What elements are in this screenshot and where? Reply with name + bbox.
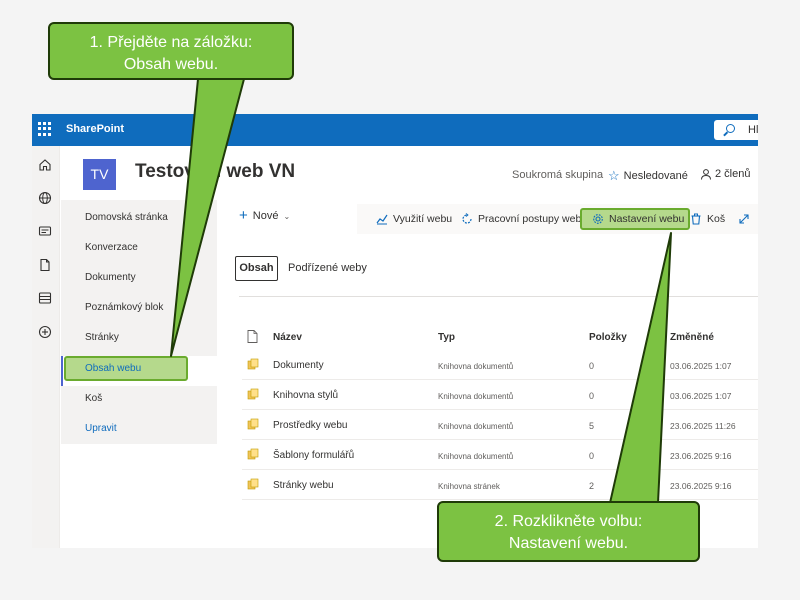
- callout-step1-line1: 1. Přejděte na záložku:: [89, 34, 253, 51]
- recycle-bin-label: Koš: [707, 213, 726, 225]
- chart-icon: [376, 214, 388, 225]
- row-type: Knihovna dokumentů: [438, 452, 514, 461]
- callout-step2: 2. Rozklikněte volbu: Nastavení webu.: [437, 501, 700, 562]
- members-button[interactable]: 2 členů: [700, 168, 750, 180]
- library-icon: [247, 478, 259, 490]
- callout-step2-line1: 2. Rozklikněte volbu:: [494, 513, 643, 530]
- site-settings-inner: Nastavení webu: [592, 213, 684, 225]
- app-launcher-icon[interactable]: [38, 122, 52, 136]
- row-type: Knihovna dokumentů: [438, 422, 514, 431]
- site-settings-label: Nastavení webu: [609, 213, 685, 225]
- plus-icon: +: [239, 207, 248, 224]
- row-type: Knihovna dokumentů: [438, 362, 514, 371]
- new-button[interactable]: + Nové ⌄: [239, 207, 291, 224]
- column-header-modified[interactable]: Změněné: [670, 332, 714, 343]
- news-icon[interactable]: [38, 224, 52, 238]
- tab-content[interactable]: Obsah: [235, 256, 278, 281]
- workflow-icon: [462, 213, 472, 224]
- search-box[interactable]: Hl: [714, 120, 758, 140]
- nav-item-edit[interactable]: Upravit: [85, 423, 117, 434]
- callout-step2-line2: Nastavení webu.: [508, 535, 629, 552]
- table-row[interactable]: Šablony formulářů Knihovna dokumentů 0 2…: [242, 440, 758, 470]
- library-icon: [247, 358, 259, 370]
- callout-step1-line2: Obsah webu.: [123, 56, 219, 73]
- members-label: 2 členů: [715, 168, 751, 180]
- column-header-name[interactable]: Název: [273, 332, 302, 343]
- library-icon: [247, 388, 259, 400]
- create-icon[interactable]: [38, 325, 52, 339]
- row-modified: 03.06.2025 1:07: [670, 361, 732, 371]
- row-name[interactable]: Stránky webu: [273, 480, 334, 491]
- follow-label: Nesledované: [623, 170, 688, 182]
- row-name[interactable]: Šablony formulářů: [273, 450, 354, 461]
- globe-icon[interactable]: [38, 191, 52, 205]
- new-label: Nové: [252, 210, 279, 222]
- nav-item-recycle-bin[interactable]: Koš: [85, 393, 102, 404]
- list-icon[interactable]: [38, 291, 52, 305]
- site-logo[interactable]: TV: [83, 159, 116, 190]
- privacy-label: Soukromá skupina: [512, 169, 604, 181]
- person-icon: [701, 169, 711, 180]
- row-name[interactable]: Knihovna stylů: [273, 390, 338, 401]
- site-settings-button[interactable]: Nastavení webu: [580, 208, 690, 230]
- left-navigation: Domovská stránka Konverzace Dokumenty Po…: [61, 200, 217, 444]
- star-icon: ☆: [608, 168, 620, 183]
- callout-step1: 1. Přejděte na záložku: Obsah webu.: [48, 22, 294, 80]
- file-type-icon: [247, 330, 258, 343]
- site-usage-button[interactable]: Využití webu: [376, 213, 452, 225]
- home-icon[interactable]: [38, 158, 52, 172]
- suite-bar: SharePoint Hl: [32, 114, 758, 146]
- nav-item-conversations[interactable]: Konverzace: [85, 242, 138, 253]
- chevron-down-icon: ⌄: [283, 211, 291, 221]
- column-header-items[interactable]: Položky: [589, 332, 627, 343]
- table-row[interactable]: Prostředky webu Knihovna dokumentů 5 23.…: [242, 410, 758, 440]
- row-modified: 23.06.2025 11:26: [670, 421, 736, 431]
- column-header-type[interactable]: Typ: [438, 332, 455, 343]
- gear-icon: [593, 214, 603, 224]
- row-items: 2: [589, 481, 595, 491]
- row-items: 0: [589, 391, 595, 401]
- row-modified: 23.06.2025 9:16: [670, 451, 732, 461]
- row-type: Knihovna dokumentů: [438, 392, 514, 401]
- site-title[interactable]: Testovací web VN: [135, 161, 295, 183]
- row-modified: 03.06.2025 1:07: [670, 391, 732, 401]
- row-items: 0: [589, 451, 595, 461]
- row-items: 0: [589, 361, 595, 371]
- tab-subsites[interactable]: Podřízené weby: [288, 262, 367, 274]
- site-workflows-label: Pracovní postupy webu: [478, 213, 588, 225]
- nav-item-notebook[interactable]: Poznámkový blok: [85, 302, 163, 313]
- search-icon: [726, 124, 735, 133]
- nav-item-home[interactable]: Domovská stránka: [85, 212, 168, 223]
- suite-brand[interactable]: SharePoint: [66, 123, 124, 135]
- library-icon: [247, 448, 259, 460]
- table-row[interactable]: Dokumenty Knihovna dokumentů 0 03.06.202…: [242, 350, 758, 380]
- document-icon[interactable]: [38, 258, 52, 272]
- nav-item-site-contents-label: Obsah webu: [85, 363, 142, 374]
- row-type: Knihovna stránek: [438, 482, 500, 491]
- nav-item-site-contents[interactable]: Obsah webu: [64, 356, 188, 381]
- table-row[interactable]: Stránky webu Knihovna stránek 2 23.06.20…: [242, 470, 758, 500]
- row-items: 5: [589, 421, 595, 431]
- site-workflows-button[interactable]: Pracovní postupy webu: [461, 213, 587, 225]
- table-row[interactable]: Knihovna stylů Knihovna dokumentů 0 03.0…: [242, 380, 758, 410]
- row-name[interactable]: Prostředky webu: [273, 420, 347, 431]
- nav-item-documents[interactable]: Dokumenty: [85, 272, 136, 283]
- row-name[interactable]: Dokumenty: [273, 360, 324, 371]
- trash-icon: [691, 213, 701, 225]
- tab-divider: [239, 296, 758, 297]
- expand-button[interactable]: [738, 213, 755, 225]
- follow-button[interactable]: ☆ Nesledované: [608, 168, 688, 184]
- nav-item-pages[interactable]: Stránky: [85, 332, 119, 343]
- recycle-bin-button[interactable]: Koš: [690, 213, 725, 225]
- site-usage-label: Využití webu: [393, 213, 453, 225]
- library-icon: [247, 418, 259, 430]
- row-modified: 23.06.2025 9:16: [670, 481, 732, 491]
- search-text: Hl: [748, 124, 758, 136]
- expand-icon: [739, 214, 749, 224]
- app-rail: [32, 146, 60, 548]
- sharepoint-screenshot: SharePoint Hl TV Testovací web VN Soukro…: [32, 114, 758, 548]
- command-bar: Využití webu Pracovní postupy webu Koš: [357, 204, 758, 234]
